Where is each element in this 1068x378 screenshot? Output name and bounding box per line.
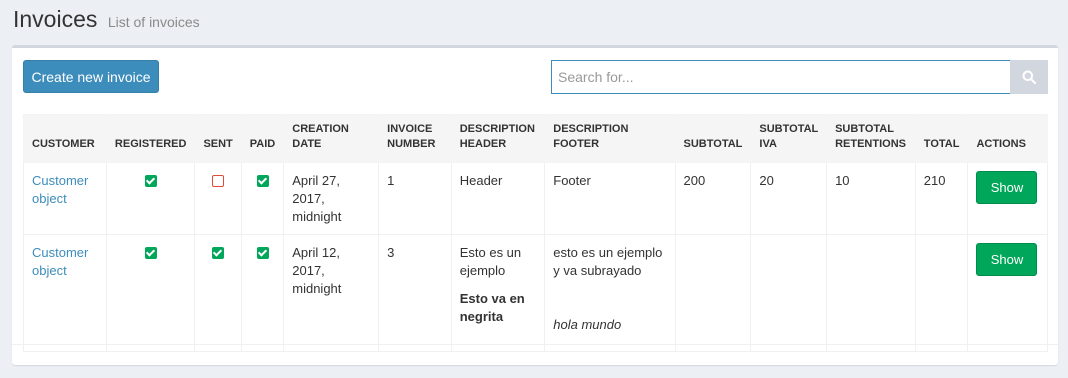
column-header[interactable]: TOTAL (914, 114, 969, 163)
invoices-box: Create new invoice CUSTOMER REGISTERED S… (12, 45, 1058, 365)
create-invoice-button[interactable]: Create new invoice (23, 60, 159, 93)
column-header[interactable]: SUBTOTAL RETENTIONS (826, 114, 916, 163)
search-input[interactable] (551, 60, 1010, 94)
column-header[interactable]: INVOICE NUMBER (378, 114, 452, 163)
table-row: Customer object April 27, 2017, midnight… (23, 162, 1048, 235)
description-header: Esto es un ejemplo Esto va en negrita (450, 234, 546, 352)
customer-link[interactable]: Customer object (32, 245, 88, 278)
description-header-bold: Esto va en negrita (459, 291, 525, 324)
page-subtitle: List of invoices (107, 14, 200, 30)
description-header-text: Header (459, 173, 503, 188)
subtotal-retentions: 10 (826, 162, 916, 235)
column-header[interactable]: DESCRIPTION HEADER (450, 114, 546, 163)
column-header[interactable]: PAID (240, 114, 285, 163)
column-header[interactable]: SUBTOTAL (674, 114, 752, 163)
checkmark-icon (144, 174, 157, 187)
box-footer (12, 344, 1058, 345)
search-icon (1022, 70, 1036, 84)
show-button[interactable]: Show (976, 243, 1038, 276)
column-header: ACTIONS (967, 114, 1048, 163)
subtotal (674, 234, 752, 352)
description-footer: esto es un ejemplo y va subrayado hola m… (544, 234, 676, 352)
description-header: Header (450, 162, 546, 235)
description-footer-text: esto es un ejemplo y va subrayado (553, 245, 663, 278)
invoice-number: 3 (378, 234, 452, 352)
subtotal-retentions (826, 234, 916, 352)
creation-date: April 12, 2017, midnight (283, 234, 380, 352)
page-header: Invoices List of invoices (13, 6, 200, 36)
customer-link[interactable]: Customer object (32, 173, 88, 206)
description-header-text: Esto es un ejemplo (459, 245, 522, 278)
page-title: Invoices (13, 6, 98, 32)
invoice-number: 1 (378, 162, 452, 235)
column-header[interactable]: SUBTOTAL IVA (750, 114, 828, 163)
checkmark-icon (256, 246, 269, 259)
show-button[interactable]: Show (976, 171, 1038, 204)
description-footer-italic: hola mundo (553, 317, 622, 332)
checkmark-icon (212, 246, 225, 259)
column-header[interactable]: DESCRIPTION FOOTER (544, 114, 676, 163)
subtotal-iva (750, 234, 828, 352)
column-header[interactable]: SENT (194, 114, 242, 163)
column-header[interactable]: CUSTOMER (23, 114, 107, 163)
empty-checkbox-icon (212, 174, 225, 187)
total: 210 (914, 162, 969, 235)
checkmark-icon (144, 246, 157, 259)
description-footer: Footer (544, 162, 676, 235)
invoices-table: CUSTOMER REGISTERED SENT PAID CREATION D… (23, 114, 1048, 352)
table-header-row: CUSTOMER REGISTERED SENT PAID CREATION D… (23, 114, 1048, 163)
subtotal: 200 (674, 162, 752, 235)
search-button[interactable] (1010, 60, 1048, 94)
creation-date: April 27, 2017, midnight (283, 162, 380, 235)
subtotal-iva: 20 (750, 162, 828, 235)
search-bar (551, 60, 1048, 94)
column-header[interactable]: CREATION DATE (283, 114, 380, 163)
column-header[interactable]: REGISTERED (105, 114, 196, 163)
total (914, 234, 969, 352)
checkmark-icon (256, 174, 269, 187)
table-row: Customer object April 12, 2017, midnight… (23, 234, 1048, 352)
